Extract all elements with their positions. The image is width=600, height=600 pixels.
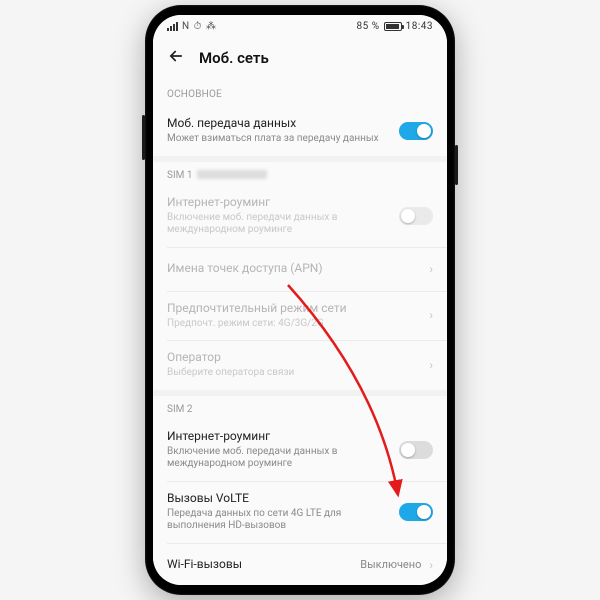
row-sim1-netmode[interactable]: Предпочтительный режим сети Предпочт. ре… bbox=[153, 291, 447, 341]
phone-frame: N ⏱ ⁂ 85 % 18:43 Моб. сеть ОСНОВНОЕ Моб bbox=[145, 5, 455, 595]
nfc-icon: N bbox=[182, 21, 190, 32]
sim1-roaming-sub: Включение моб. передачи данных в междуна… bbox=[167, 212, 399, 237]
sim1-operator-sub: Выберите оператора связи bbox=[167, 367, 429, 380]
sim1-label: SIM 1 bbox=[153, 162, 447, 185]
chevron-right-icon: › bbox=[429, 358, 433, 372]
sim1-netmode-title: Предпочтительный режим сети bbox=[167, 301, 429, 316]
row-sim1-apn[interactable]: Имена точек доступа (APN) › bbox=[153, 247, 447, 291]
chevron-right-icon: › bbox=[429, 308, 433, 322]
sim2-volte-sub: Передача данных по сети 4G LTE для выпол… bbox=[167, 508, 399, 533]
row-sim1-roaming[interactable]: Интернет-роуминг Включение моб. передачи… bbox=[153, 185, 447, 247]
screen: N ⏱ ⁂ 85 % 18:43 Моб. сеть ОСНОВНОЕ Моб bbox=[153, 15, 447, 585]
mobile-data-toggle[interactable] bbox=[399, 122, 433, 140]
row-sim2-volte[interactable]: Вызовы VoLTE Передача данных по сети 4G … bbox=[153, 481, 447, 543]
group-sim1: SIM 1 Интернет-роуминг Включение моб. пе… bbox=[153, 162, 447, 390]
scroll-content[interactable]: ОСНОВНОЕ Моб. передача данных Может взим… bbox=[153, 79, 447, 585]
group-main: ОСНОВНОЕ Моб. передача данных Может взим… bbox=[153, 79, 447, 156]
header-bar: Моб. сеть bbox=[153, 37, 447, 79]
bluetooth-icon: ⁂ bbox=[206, 21, 217, 32]
sim2-roaming-toggle[interactable] bbox=[399, 441, 433, 459]
mobile-data-sub: Может взиматься плата за передачу данных bbox=[167, 133, 399, 146]
section-header-main: ОСНОВНОЕ bbox=[153, 79, 447, 106]
status-right: 85 % 18:43 bbox=[357, 21, 433, 32]
chevron-right-icon: › bbox=[429, 262, 433, 276]
sim1-roaming-toggle[interactable] bbox=[399, 207, 433, 225]
signal-icon bbox=[167, 22, 178, 31]
row-sim2-wificall[interactable]: Wi-Fi-вызовы Выключено › bbox=[153, 543, 447, 586]
sim2-wificall-value: Выключено bbox=[360, 558, 421, 571]
page-title: Моб. сеть bbox=[199, 49, 269, 67]
sim1-operator-title: Оператор bbox=[167, 350, 429, 365]
sim1-name-redacted bbox=[197, 170, 267, 179]
mobile-data-title: Моб. передача данных bbox=[167, 116, 399, 131]
sim1-roaming-title: Интернет-роуминг bbox=[167, 195, 399, 210]
status-bar: N ⏱ ⁂ 85 % 18:43 bbox=[153, 15, 447, 37]
sim2-volte-title: Вызовы VoLTE bbox=[167, 491, 399, 506]
status-left: N ⏱ ⁂ bbox=[167, 21, 216, 32]
sim2-wificall-title: Wi-Fi-вызовы bbox=[167, 557, 360, 572]
clock: 18:43 bbox=[406, 21, 433, 32]
row-sim1-operator[interactable]: Оператор Выберите оператора связи › bbox=[153, 340, 447, 390]
back-icon[interactable] bbox=[167, 47, 185, 69]
sim2-volte-toggle[interactable] bbox=[399, 503, 433, 521]
group-sim2: SIM 2 Интернет-роуминг Включение моб. пе… bbox=[153, 396, 447, 586]
battery-percent: 85 % bbox=[357, 21, 380, 32]
battery-icon bbox=[384, 22, 402, 31]
chevron-right-icon: › bbox=[429, 558, 433, 572]
sim2-roaming-title: Интернет-роуминг bbox=[167, 429, 399, 444]
sim2-roaming-sub: Включение моб. передачи данных в междуна… bbox=[167, 446, 399, 471]
sim1-apn-title: Имена точек доступа (APN) bbox=[167, 261, 429, 276]
sim1-netmode-sub: Предпочт. режим сети: 4G/3G/2G bbox=[167, 318, 429, 331]
row-mobile-data[interactable]: Моб. передача данных Может взиматься пла… bbox=[153, 106, 447, 156]
alarm-icon: ⏱ bbox=[194, 21, 202, 32]
sim2-label: SIM 2 bbox=[153, 396, 447, 419]
row-sim2-roaming[interactable]: Интернет-роуминг Включение моб. передачи… bbox=[153, 419, 447, 481]
